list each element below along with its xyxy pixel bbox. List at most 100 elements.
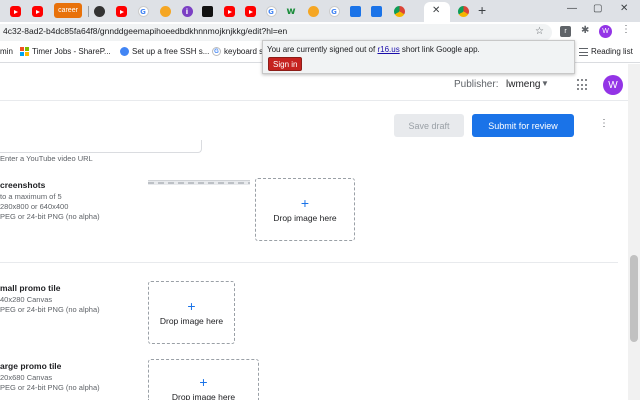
chrome-icon (393, 6, 405, 17)
screenshots-title: creenshots (0, 180, 46, 190)
puzzle-icon[interactable]: ✱ (581, 25, 589, 36)
avatar[interactable]: W (603, 75, 623, 95)
drop-label: Drop image here (273, 212, 337, 223)
tab-youtube-3[interactable] (114, 3, 128, 20)
tab-github[interactable] (92, 3, 106, 20)
submit-for-review-button[interactable]: Submit for review (472, 114, 574, 137)
plus-icon: + (199, 374, 208, 390)
google-icon: G (265, 6, 277, 17)
large-promo-title: arge promo tile (0, 361, 62, 371)
screenshot-thumbnail[interactable] (148, 180, 250, 185)
drop-label: Drop image here (171, 392, 236, 400)
header-divider (0, 100, 628, 101)
tab-chrome-1[interactable] (392, 3, 406, 20)
chrome-icon (457, 6, 469, 17)
tab-blue[interactable] (369, 3, 383, 20)
caret-down-icon[interactable]: ▼ (541, 79, 549, 88)
youtube-url-hint: Enter a YouTube video URL (0, 154, 93, 163)
new-tab-button[interactable]: + (478, 2, 486, 18)
tab-google-2[interactable]: G (264, 3, 278, 20)
reading-list[interactable]: Reading list (579, 47, 633, 56)
tab-google-1[interactable]: G (136, 3, 150, 20)
sign-in-button[interactable]: Sign in (268, 57, 303, 71)
tab-youtube-1[interactable] (8, 3, 22, 20)
github-icon (93, 6, 105, 17)
scrollbar-thumb[interactable] (630, 255, 638, 342)
tab-career[interactable]: career (54, 3, 82, 18)
youtube-icon (244, 6, 256, 17)
screenshots-drop-zone[interactable]: + Drop image here (255, 178, 355, 241)
maximize-icon[interactable]: ▢ (593, 3, 602, 14)
star-icon (307, 6, 319, 17)
apps-grid-icon[interactable] (577, 79, 589, 91)
large-promo-desc-2: PEG or 24-bit PNG (no alpha) (0, 383, 100, 392)
tab-google-3[interactable]: G (327, 3, 341, 20)
google-icon: G (328, 6, 340, 17)
r16-link[interactable]: r16.us (377, 45, 399, 54)
large-promo-drop-zone[interactable]: + Drop image here (148, 359, 259, 400)
scrollbar-track[interactable] (628, 64, 640, 400)
blue-icon (370, 6, 382, 17)
browser-menu-icon[interactable]: ⋮ (621, 24, 631, 35)
youtube-url-input[interactable] (0, 140, 202, 153)
publisher-label: Publisher: (454, 79, 499, 90)
tab-orange[interactable] (158, 3, 172, 20)
youtube-icon (223, 6, 235, 17)
address-bar[interactable]: 4c32-8ad2-b4dc85fa64f8/gnnddgeemapihoeed… (0, 24, 552, 41)
tab-black[interactable] (200, 3, 214, 20)
bookmark-label: keyboard s (224, 47, 264, 56)
tab-strip: career G i G w G ✕ + — ▢ ✕ (0, 0, 640, 22)
tab-chrome-2[interactable] (456, 3, 470, 20)
bookmark-keyboard[interactable]: G keyboard s (212, 47, 263, 56)
tab-youtube-4[interactable] (222, 3, 236, 20)
large-promo-desc-1: 20x680 Canvas (0, 373, 53, 382)
cloud-icon (120, 47, 129, 56)
info-icon: i (181, 6, 193, 17)
bookmark-min[interactable]: min (0, 47, 13, 56)
minimize-icon[interactable]: — (567, 3, 577, 14)
close-icon[interactable]: ✕ (432, 5, 440, 16)
microsoft-icon (20, 47, 29, 56)
bookmark-label: Timer Jobs - ShareP... (32, 47, 111, 56)
save-draft-button[interactable]: Save draft (394, 114, 464, 137)
url-text[interactable]: 4c32-8ad2-b4dc85fa64f8/gnnddgeemapihoeed… (3, 26, 287, 36)
youtube-icon (31, 6, 43, 17)
reading-list-label: Reading list (591, 47, 633, 56)
tab-youtube-2[interactable] (30, 3, 44, 20)
bookmark-label: Set up a free SSH s... (132, 47, 210, 56)
tab-youtube-5[interactable] (243, 3, 257, 20)
section-divider (0, 262, 618, 263)
screenshots-desc-2: 280x800 or 640x400 (0, 202, 69, 211)
bookmark-star-icon[interactable]: ☆ (535, 26, 544, 37)
google-icon: G (212, 47, 221, 56)
tab-info[interactable]: i (180, 3, 194, 20)
wave-icon (349, 6, 361, 17)
orange-icon (159, 6, 171, 17)
browser-profile-avatar[interactable]: W (599, 25, 612, 38)
tab-wave[interactable] (348, 3, 362, 20)
screenshots-desc-1: to a maximum of 5 (0, 192, 62, 201)
reading-list-icon (579, 47, 588, 56)
notification-message: You are currently signed out of r16.us s… (267, 45, 480, 54)
black-icon (201, 6, 213, 17)
google-icon: G (137, 6, 149, 17)
youtube-icon (9, 6, 21, 17)
tab-star[interactable] (306, 3, 320, 20)
window-close-icon[interactable]: ✕ (620, 3, 628, 14)
bookmark-ssh[interactable]: Set up a free SSH s... (120, 47, 209, 56)
screenshots-desc-3: PEG or 24-bit PNG (no alpha) (0, 212, 100, 221)
more-options-icon[interactable]: ⋮ (599, 118, 609, 129)
small-promo-desc-1: 40x280 Canvas (0, 295, 53, 304)
small-promo-desc-2: PEG or 24-bit PNG (no alpha) (0, 305, 100, 314)
bookmark-timer-jobs[interactable]: Timer Jobs - ShareP... (20, 47, 111, 56)
tab-active[interactable]: ✕ (424, 2, 450, 22)
plus-icon: + (187, 297, 196, 314)
extension-icon[interactable]: r (560, 26, 571, 37)
signin-notification: You are currently signed out of r16.us s… (262, 40, 575, 74)
youtube-icon (115, 6, 127, 17)
wikipedia-icon: w (286, 6, 296, 17)
tab-wikipedia[interactable]: w (284, 3, 298, 20)
publisher-selector[interactable]: lwmeng (506, 79, 540, 90)
small-promo-drop-zone[interactable]: + Drop image here (148, 281, 235, 344)
tab-separator (88, 6, 89, 17)
